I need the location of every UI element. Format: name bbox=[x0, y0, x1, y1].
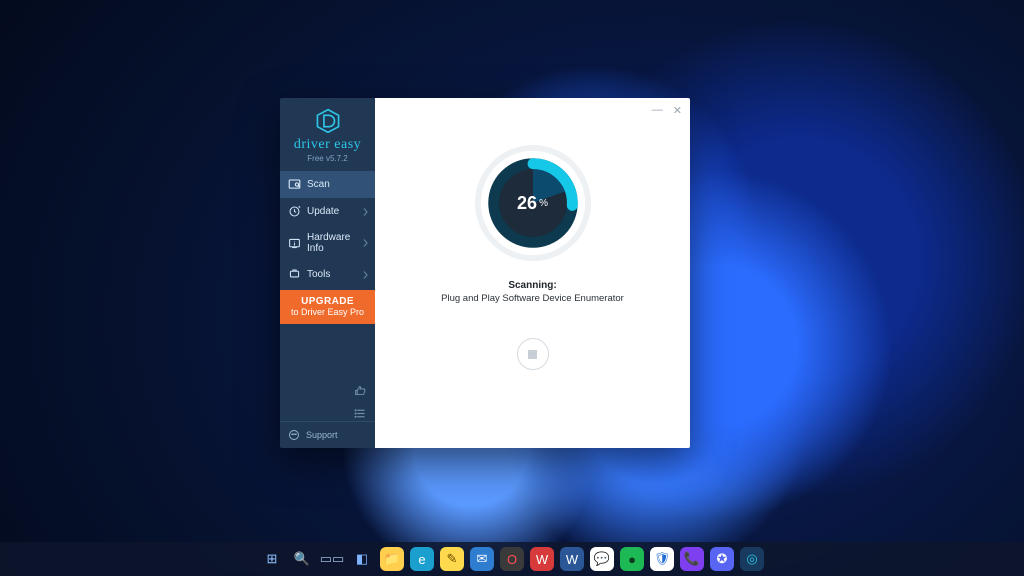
sidebar-item-label: Scan bbox=[307, 179, 330, 190]
taskbar: ⊞🔍▭▭◧📁e✎✉OWW💬●🛡📞✪◎ bbox=[0, 542, 1024, 576]
sidebar-item-label: Tools bbox=[307, 269, 330, 280]
brand-logo-icon bbox=[315, 108, 341, 137]
taskbar-task-view-icon[interactable]: ▭▭ bbox=[320, 547, 344, 571]
driver-easy-window: driver easy Free v5.7.2 Scan Update Hard… bbox=[280, 98, 690, 448]
tools-icon bbox=[288, 268, 301, 281]
progress-ring: 26% bbox=[474, 144, 592, 262]
brand-version: Free v5.7.2 bbox=[284, 154, 371, 163]
support-icon[interactable] bbox=[288, 429, 300, 441]
sidebar-item-hardware-info[interactable]: Hardware Info bbox=[280, 225, 375, 261]
minimize-button[interactable]: — bbox=[652, 104, 663, 117]
percent-symbol: % bbox=[539, 198, 548, 209]
taskbar-viber-icon[interactable]: 📞 bbox=[680, 547, 704, 571]
taskbar-search-icon[interactable]: 🔍 bbox=[290, 547, 314, 571]
sidebar-item-label: Update bbox=[307, 206, 339, 217]
sidebar-footer: Support bbox=[280, 421, 375, 448]
taskbar-wps-icon[interactable]: W bbox=[530, 547, 554, 571]
taskbar-discord-icon[interactable]: ✪ bbox=[710, 547, 734, 571]
progress-percent: 26% bbox=[474, 144, 592, 262]
scan-icon bbox=[288, 178, 301, 191]
sidebar-item-tools[interactable]: Tools bbox=[280, 261, 375, 288]
upgrade-line2: to Driver Easy Pro bbox=[291, 307, 364, 317]
taskbar-messenger-icon[interactable]: 💬 bbox=[590, 547, 614, 571]
taskbar-word-icon[interactable]: W bbox=[560, 547, 584, 571]
taskbar-start-icon[interactable]: ⊞ bbox=[260, 547, 284, 571]
window-controls: — ✕ bbox=[652, 104, 682, 117]
content-pane: — ✕ 26% Scanning: Plug and Play So bbox=[375, 98, 690, 448]
status-heading: Scanning: bbox=[441, 280, 624, 291]
stop-button[interactable] bbox=[517, 338, 549, 370]
stop-icon bbox=[528, 350, 537, 359]
close-button[interactable]: ✕ bbox=[673, 104, 682, 117]
list-icon[interactable] bbox=[354, 407, 367, 420]
taskbar-widgets-icon[interactable]: ◧ bbox=[350, 547, 374, 571]
chevron-right-icon bbox=[362, 207, 369, 216]
status-detail: Plug and Play Software Device Enumerator bbox=[441, 293, 624, 304]
sidebar: driver easy Free v5.7.2 Scan Update Hard… bbox=[280, 98, 375, 448]
brand-name: driver easy bbox=[284, 137, 371, 153]
desktop-wallpaper: driver easy Free v5.7.2 Scan Update Hard… bbox=[0, 0, 1024, 576]
thumbs-up-icon[interactable] bbox=[354, 384, 367, 397]
taskbar-security-icon[interactable]: 🛡 bbox=[650, 547, 674, 571]
chevron-right-icon bbox=[362, 270, 369, 279]
upgrade-line1: UPGRADE bbox=[301, 296, 354, 307]
upgrade-button[interactable]: UPGRADE to Driver Easy Pro bbox=[280, 290, 375, 324]
sidebar-item-scan[interactable]: Scan bbox=[280, 171, 375, 198]
taskbar-driver-easy-icon[interactable]: ◎ bbox=[740, 547, 764, 571]
taskbar-spotify-icon[interactable]: ● bbox=[620, 547, 644, 571]
taskbar-mail-icon[interactable]: ✉ bbox=[470, 547, 494, 571]
taskbar-sticky-notes-icon[interactable]: ✎ bbox=[440, 547, 464, 571]
sidebar-item-label: Hardware Info bbox=[307, 232, 367, 254]
brand: driver easy Free v5.7.2 bbox=[280, 98, 375, 171]
hardware-info-icon bbox=[288, 237, 301, 250]
sidebar-nav: Scan Update Hardware Info Tools bbox=[280, 171, 375, 288]
support-label[interactable]: Support bbox=[306, 430, 338, 440]
taskbar-edge-icon[interactable]: e bbox=[410, 547, 434, 571]
taskbar-opera-icon[interactable]: O bbox=[500, 547, 524, 571]
chevron-right-icon bbox=[362, 239, 369, 248]
scan-status: Scanning: Plug and Play Software Device … bbox=[441, 280, 624, 304]
update-icon bbox=[288, 205, 301, 218]
taskbar-file-explorer-icon[interactable]: 📁 bbox=[380, 547, 404, 571]
progress-value: 26 bbox=[517, 193, 537, 214]
sidebar-item-update[interactable]: Update bbox=[280, 198, 375, 225]
